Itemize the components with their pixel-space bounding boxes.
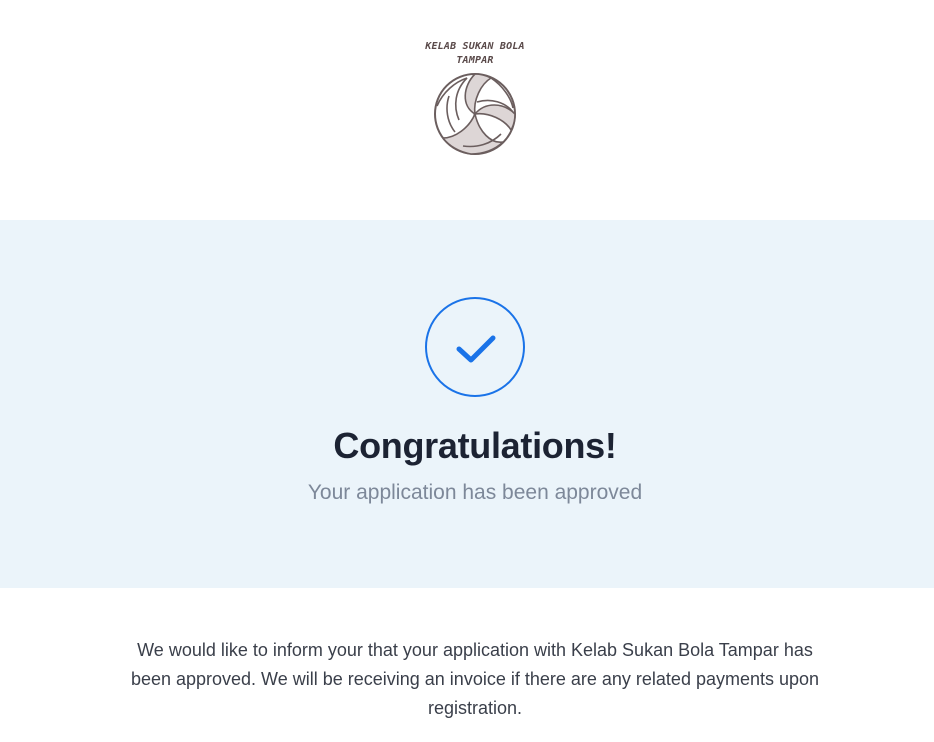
logo-text-line1: KELAB SUKAN BOLA: [425, 41, 525, 52]
page-title: Congratulations!: [333, 425, 617, 466]
header: KELAB SUKAN BOLA TAMPAR: [0, 0, 934, 220]
volleyball-icon: [434, 73, 516, 155]
page-subtitle: Your application has been approved: [307, 481, 643, 504]
approval-page: KELAB SUKAN BOLA TAMPAR Congratulations!: [0, 0, 934, 742]
club-logo: KELAB SUKAN BOLA TAMPAR: [417, 40, 533, 156]
logo-text-line2: TAMPAR: [456, 55, 494, 66]
approval-banner: Congratulations! Your application has be…: [0, 220, 934, 588]
checkmark-icon: [456, 335, 496, 363]
success-badge: [425, 297, 525, 397]
approval-message: We would like to inform your that your a…: [130, 640, 820, 718]
